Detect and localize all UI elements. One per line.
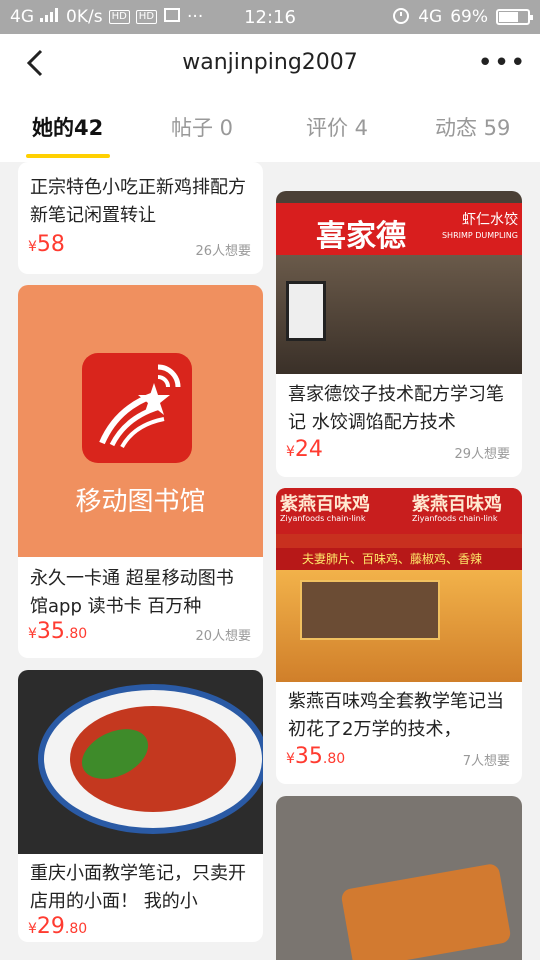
item-card-dumpling[interactable]: 喜家德 虾仁水饺 SHRIMP DUMPLING 喜家德饺子技术配方学习笔记 水… [276,191,522,477]
item-price: ¥35.80 [28,619,88,644]
item-wants: 20人想要 [195,629,251,644]
item-price: ¥58 [28,232,65,257]
status-bar: 4G 0K/s HD HD ··· 12:16 4G 69% [0,0,540,34]
item-wants: 7人想要 [462,754,510,769]
tab-reviews[interactable]: 评价 4 [306,112,368,142]
item-card-noodle[interactable]: 重庆小面教学笔记，只卖开店用的小面！ 我的小 ¥29.80 [18,670,263,942]
tab-posts[interactable]: 帖子 0 [171,112,233,142]
restaurant-sign: 紫燕百味鸡 紫燕百味鸡 Ziyanfoods chain-link Ziyanf… [276,488,522,534]
item-price: ¥29.80 [28,914,88,939]
tab-items[interactable]: 她的42 [32,112,103,142]
item-image: 紫燕百味鸡 紫燕百味鸡 Ziyanfoods chain-link Ziyanf… [276,488,522,682]
item-title: 正宗特色小吃正新鸡排配方新笔记闲置转让 [30,177,246,226]
item-card-library[interactable]: 移动图书馆 永久一卡通 超星移动图书馆app 读书卡 百万种 ¥35.80 20… [18,285,263,658]
profile-tabs: 她的42 帖子 0 评价 4 动态 59 [0,90,540,162]
item-title: 重庆小面教学笔记，只卖开店用的小面！ 我的小 [30,863,246,912]
hd-badge-1: HD [108,10,130,24]
item-image: 移动图书馆 [18,285,263,557]
page-title: wanjinping2007 [182,49,358,75]
menu-banner: 夫妻肺片、百味鸡、藤椒鸡、香辣 [276,548,522,570]
active-tab-indicator [26,154,110,158]
item-image: 喜家德 虾仁水饺 SHRIMP DUMPLING [276,191,522,374]
more-options-button[interactable]: ••• [478,46,526,80]
item-price: ¥35.80 [286,744,346,769]
item-card-grill[interactable] [276,796,522,960]
image-caption: 移动图书馆 [75,487,206,517]
nav-bar: wanjinping2007 ••• [0,34,540,90]
alarm-icon [392,6,410,29]
chevron-left-icon [26,49,43,77]
more-status-icon: ··· [187,7,204,27]
item-title: 永久一卡通 超星移动图书馆app 读书卡 百万种 [30,568,234,617]
tab-activity[interactable]: 动态 59 [435,112,510,142]
signal-bars-icon [40,7,60,27]
item-card-jipai[interactable]: 正宗特色小吃正新鸡排配方新笔记闲置转让 ¥58 26人想要 [18,162,263,274]
item-title: 喜家德饺子技术配方学习笔记 水饺调馅配方技术 [288,384,504,433]
grilled-food-image [340,862,512,960]
hd-badge-2: HD [135,10,158,24]
battery-percent: 69% [450,7,488,27]
item-image [18,670,263,854]
item-card-chicken[interactable]: 紫燕百味鸡 紫燕百味鸡 Ziyanfoods chain-link Ziyanf… [276,488,522,784]
network-type: 4G [418,7,443,27]
item-image [276,796,522,960]
screenshot-icon [163,7,181,28]
network-speed: 0K/s [66,7,103,27]
noodle-bowl-image [38,684,263,834]
item-wants: 26人想要 [195,244,251,259]
battery-icon [496,9,533,25]
item-wants: 29人想要 [454,447,510,462]
restaurant-sign: 喜家德 虾仁水饺 SHRIMP DUMPLING [276,203,522,255]
back-button[interactable] [18,46,52,80]
signal-label: 4G [10,7,34,27]
item-price: ¥24 [286,437,323,462]
item-title: 紫燕百味鸡全套教学笔记当初花了2万学的技术， [288,691,504,740]
library-app-icon [82,353,192,463]
